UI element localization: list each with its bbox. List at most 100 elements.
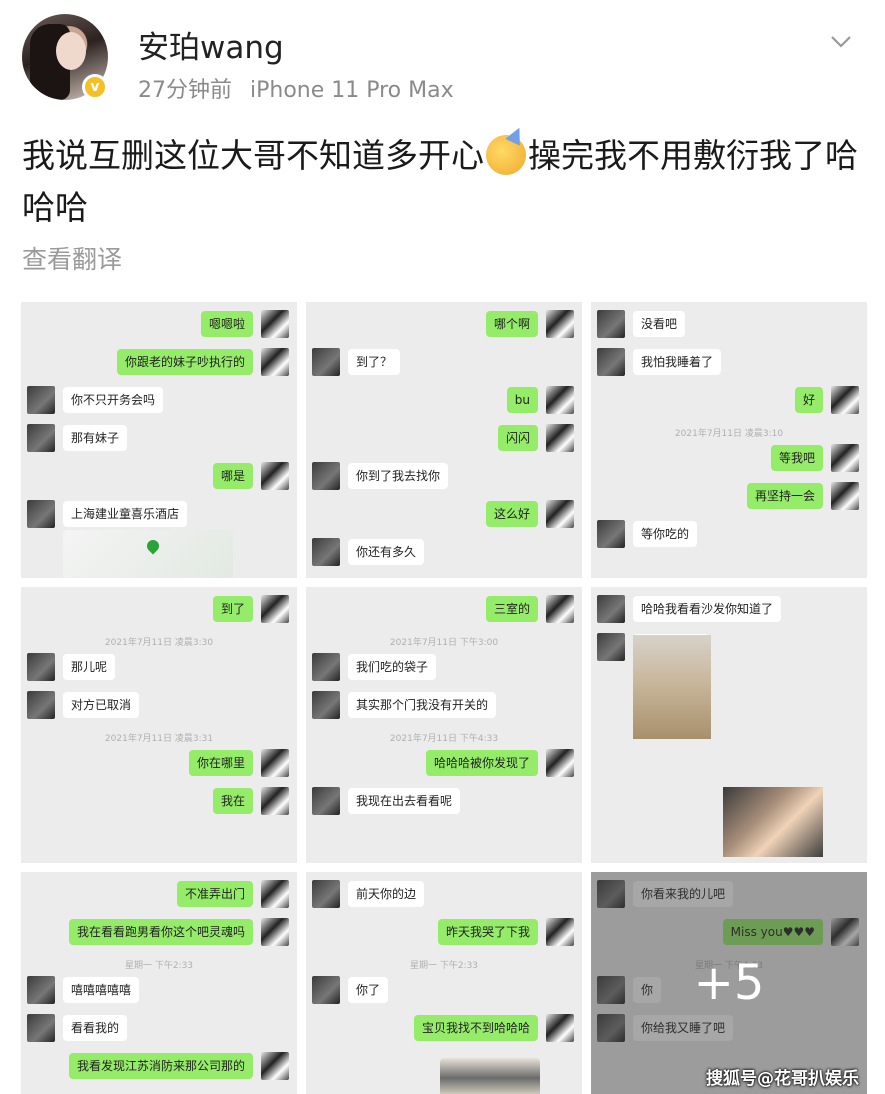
chat-bubble-sent: 到了 [212,596,253,622]
chat-bubble-sent: 我在看看跑男看你这个吧灵魂吗 [68,919,253,945]
chat-bubble-sent: 你在哪里 [188,750,253,776]
chat-bubble-received: 等你吃的 [633,521,698,547]
chat-bubble-received: 其实那个门我没有开关的 [348,692,497,718]
chat-avatar [831,386,859,414]
chat-avatar [312,976,340,1004]
username[interactable]: 安珀wang [138,22,284,67]
chat-bubble-received: 上海建业童喜乐酒店 [63,501,188,527]
chat-bubble-sent: 嗯嗯啦 [200,311,253,337]
chat-bubble-sent: 我看发现江苏消防来那公司那的 [68,1053,253,1079]
location-map-card [63,530,233,578]
chat-bubble-received: 对方已取消 [63,692,140,718]
children-photo [723,787,823,857]
chat-avatar [27,691,55,719]
chat-avatar [27,424,55,452]
image-grid: 嗯嗯啦 你跟老的妹子吵执行的 你不只开务会吗 那有妹子 哪是 上海建业童喜乐酒店 哪个啊 到了… [21,302,867,1094]
map-pin-icon [144,537,162,555]
chat-avatar [312,691,340,719]
chat-bubble-sent: 这么好 [485,501,538,527]
chat-screenshot-thumbnail[interactable]: 哈哈我看看沙发你知道了岁月的痕迹 [591,587,867,863]
chat-avatar [312,880,340,908]
more-images-count[interactable]: +5 [591,872,867,1094]
chat-bubble-sent: 不准弄出门 [176,881,253,907]
sticker-image [440,1058,540,1094]
chat-screenshot-thumbnail[interactable]: 没看吧我怕我睡着了好 2021年7月11日 凌晨3:10 等我吧再坚持一会等你吃的 [591,302,867,578]
chat-avatar [261,880,289,908]
chat-avatar [312,462,340,490]
chat-bubble-received: 你到了我去找你 [348,463,449,489]
chat-screenshot-thumbnail[interactable]: 嗯嗯啦你跟老的妹子吵执行的你不只开务会吗 那有妹子哪是 上海建业童喜乐酒店 [21,302,297,578]
chat-avatar [546,749,574,777]
chat-avatar [546,500,574,528]
chat-bubble-sent: 哪是 [212,463,253,489]
chat-avatar [831,444,859,472]
chat-bubble-sent: 闪闪 [497,425,538,451]
chat-screenshot-thumbnail[interactable]: 前天你的边 昨天我哭了下我 星期一 下午2:33 你了 宝贝我找不到哈哈哈 [306,872,582,1094]
chevron-down-icon[interactable] [830,30,852,52]
chat-avatar [261,348,289,376]
chat-avatar [27,500,55,528]
chat-bubble-received: 到了？ [348,349,401,375]
chat-bubble-sent: 再坚持一会 [746,483,823,509]
chat-bubble-sent: 好 [794,387,823,413]
chat-bubble-received: 前天你的边 [348,881,425,907]
post-meta: 27分钟前 iPhone 11 Pro Max [138,72,454,104]
chat-bubble-sent: 等我吧 [770,445,823,471]
chat-bubble-sent: 哪个啊 [485,311,538,337]
watermark: 搜狐号@花哥扒娱乐 [706,1069,859,1089]
chat-bubble-received: 那儿呢 [63,654,116,680]
chat-bubble-received: 我现在出去看看呢 [348,788,461,814]
chat-bubble-received: 你了 [348,977,389,1003]
verified-badge-icon: v [82,74,108,100]
chat-timestamp: 2021年7月11日 凌晨3:30 [104,638,214,648]
chat-bubble-received: 我们吃的袋子 [348,654,437,680]
chat-avatar [546,310,574,338]
post-device: iPhone 11 Pro Max [250,78,454,103]
chat-avatar [312,348,340,376]
chat-avatar [597,633,625,661]
chat-avatar [546,918,574,946]
party-face-emoji-icon [486,135,526,175]
chat-avatar [597,595,625,623]
chat-avatar [27,386,55,414]
chat-avatar [312,538,340,566]
chat-avatar [261,310,289,338]
chat-avatar [261,462,289,490]
chat-avatar [546,1014,574,1042]
chat-bubble-sent: 昨天我哭了下我 [437,919,538,945]
chat-bubble-received: 看看我的 [63,1015,128,1041]
chat-screenshot-thumbnail[interactable]: 不准弄出门我在看看跑男看你这个吧灵魂吗星期一 下午2:33 嘻嘻嘻嘻嘻看看我的我看… [21,872,297,1094]
chat-screenshot-thumbnail[interactable]: 到了 2021年7月11日 凌晨3:30 那儿呢对方已取消 2021年7月11日 凌晨… [21,587,297,863]
chat-bubble-sent: bu [506,387,538,413]
post-text-part1: 我说互删这位大哥不知道多开心 [22,136,484,175]
chat-bubble-sent: 三室的 [485,596,538,622]
chat-bubble-sent: 哈哈哈被你发现了 [425,750,538,776]
chat-timestamp: 2021年7月11日 凌晨3:31 [104,734,214,744]
chat-timestamp: 星期一 下午2:33 [124,961,194,971]
chat-avatar [312,787,340,815]
chat-avatar [831,482,859,510]
chat-avatar [261,749,289,777]
chat-bubble-received: 那有妹子 [63,425,128,451]
chat-bubble-received: 哈哈我看看沙发你知道了 [633,596,782,622]
chat-screenshot-thumbnail[interactable]: 三室的 2021年7月11日 下午3:00 我们吃的袋子 其实那个门我没有开关的 202… [306,587,582,863]
chat-bubble-received: 嘻嘻嘻嘻嘻 [63,977,140,1003]
chat-screenshot-thumbnail[interactable]: 哪个啊到了？ bu 闪闪你到了我去找你这么好你还有多久 [306,302,582,578]
chat-avatar [261,595,289,623]
chat-bubble-received: 我怕我睡着了 [633,349,722,375]
chat-timestamp: 2021年7月11日 凌晨3:10 [674,429,784,439]
chat-screenshot-thumbnail[interactable]: 你看来我的儿吧 Miss you♥♥♥ 星期一 下午4:33 你你给我又睡了吧 +5 [591,872,867,1094]
chat-avatar [546,595,574,623]
chat-timestamp: 星期一 下午2:33 [409,961,479,971]
chat-bubble-received: 你不只开务会吗 [63,387,164,413]
chat-avatar [597,310,625,338]
post-header: v 安珀wang 27分钟前 iPhone 11 Pro Max [0,0,885,120]
chat-avatar [261,918,289,946]
chat-bubble-received: 没看吧 [633,311,686,337]
translate-link[interactable]: 查看翻译 [22,240,122,276]
chat-bubble-received: 你还有多久 [348,539,425,565]
chat-avatar [546,386,574,414]
chat-avatar [597,348,625,376]
chat-avatar [546,424,574,452]
chat-bubble-sent: 你跟老的妹子吵执行的 [116,349,253,375]
